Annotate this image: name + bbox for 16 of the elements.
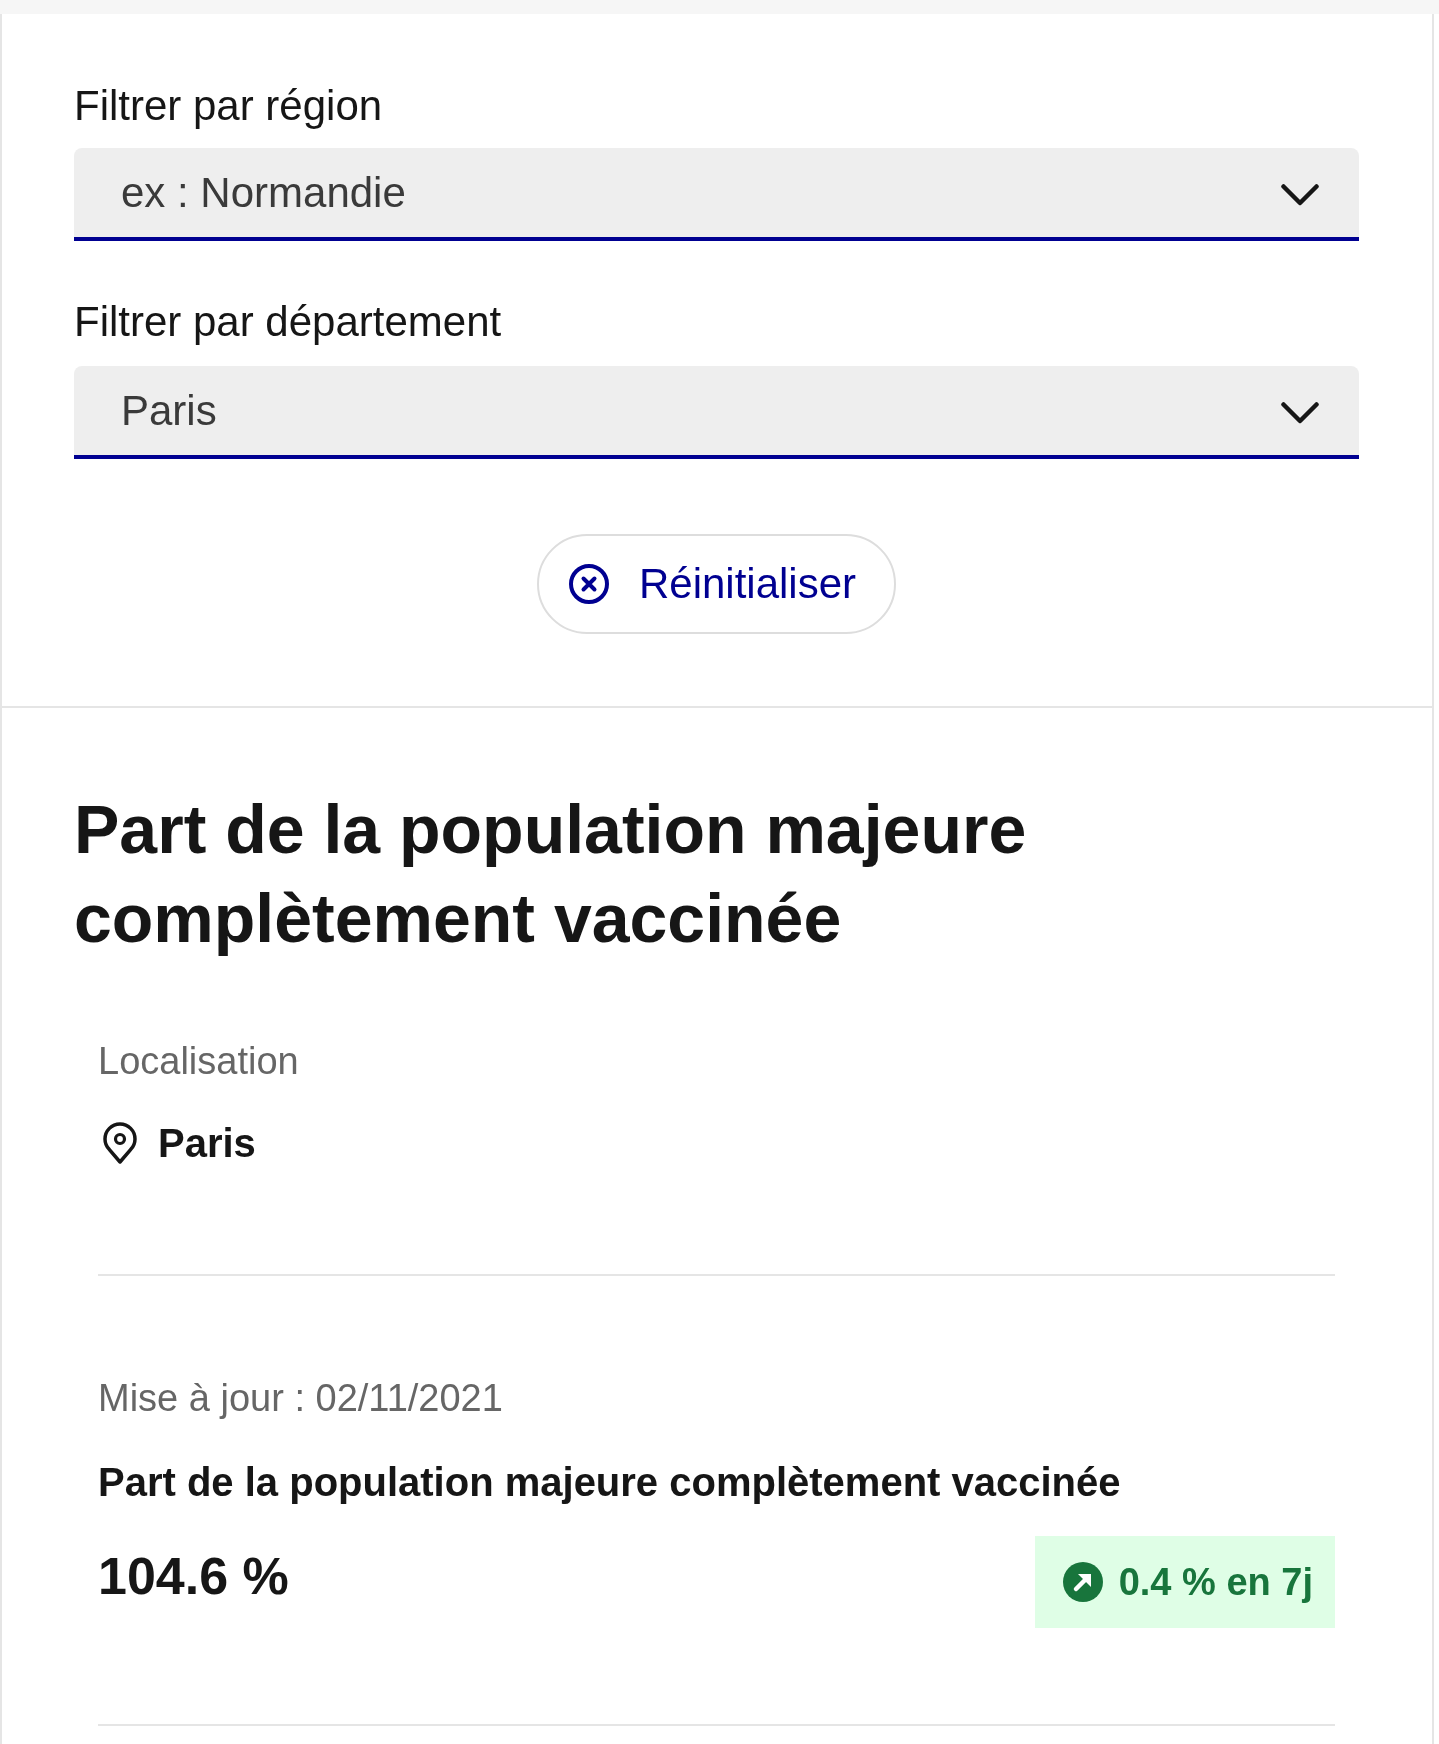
field-label: Filtrer par région [74,81,383,131]
chevron-down-icon [1281,184,1319,206]
dropdown-field[interactable]: Paris [74,366,1359,459]
location-pin-icon [101,1122,139,1164]
circle-x-icon [568,564,609,604]
location-label: Localisation [98,1039,299,1084]
field-label: Filtrer par département [74,297,502,347]
metric-title: Part de la population majeure complètement vaccinée [98,1459,1121,1506]
location-name: Paris [158,1120,256,1167]
reset-button[interactable]: Réinitialiser [536,534,897,634]
chevron-down-icon [1281,402,1319,424]
trend-text: 0.4 % en 7j [1118,1562,1313,1602]
dropdown-field[interactable]: ex : Normandie [74,148,1359,241]
metric-value: 104.6 % [98,1546,289,1607]
update-date-text: Mise à jour : 02/11/2021 [98,1376,503,1421]
section-heading: Part de la population majeure complètement vaccinée [74,790,1028,958]
